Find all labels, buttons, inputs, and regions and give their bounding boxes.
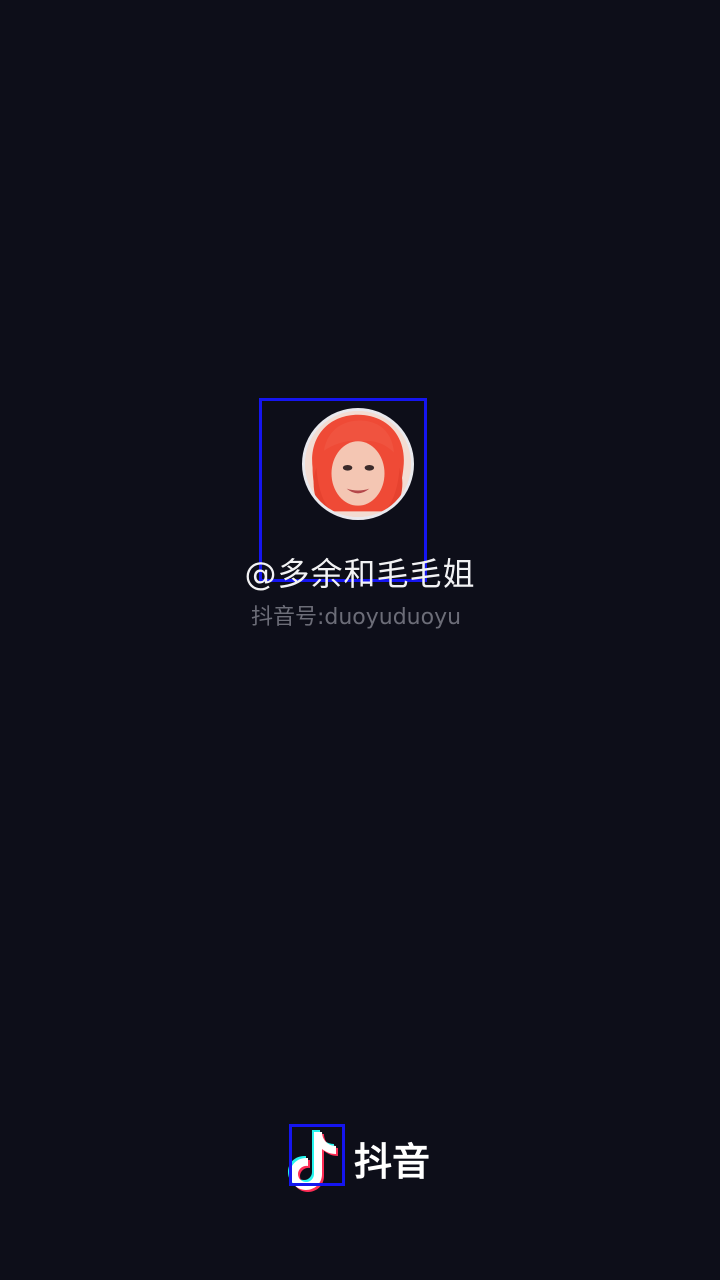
avatar[interactable] [302, 408, 414, 520]
account-id: 抖音号:duoyuduoyu [250, 605, 462, 630]
brand-name: 抖音 [354, 1140, 431, 1184]
splash-screen: @多余和毛毛姐 抖音号:duoyuduoyu 抖音 [0, 0, 720, 1280]
user-avatar-icon [305, 411, 411, 517]
username: @多余和毛毛姐 [244, 555, 476, 593]
logo-highlight-box [289, 1124, 345, 1186]
